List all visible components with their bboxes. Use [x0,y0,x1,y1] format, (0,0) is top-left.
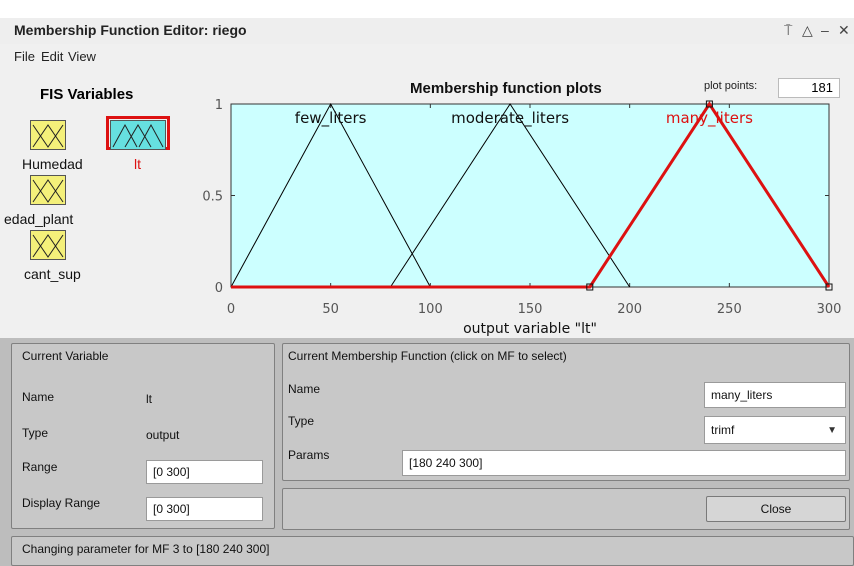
x-tick-label: 200 [617,302,642,317]
current-mf-title: Current Membership Function (click on MF… [288,349,567,363]
x-tick-label: 0 [227,302,235,317]
chevron-down-icon: ▼ [827,424,837,436]
y-tick-label: 0 [215,281,223,296]
y-tick-label: 0.5 [202,190,223,205]
variable-type-value: output [146,428,180,442]
range-input[interactable]: [0 300] [146,460,263,484]
current-variable-title: Current Variable [22,349,109,363]
x-tick-label: 250 [717,302,742,317]
mf-params-label: Params [288,448,330,462]
variable-name-label: Name [22,390,55,404]
x-tick-label: 100 [418,302,443,317]
x-tick-label: 50 [322,302,339,317]
display-range-input[interactable]: [0 300] [146,497,263,521]
x-axis-label: output variable "lt" [463,321,597,337]
x-tick-label: 300 [817,302,842,317]
variable-name-value: lt [146,392,152,406]
mf-type-label: Type [288,414,315,428]
mf-name-label: Name [288,382,321,396]
mf-label-few-liters[interactable]: few_liters [295,109,367,128]
range-label: Range [22,460,58,474]
mf-params-input[interactable]: [180 240 300] [402,450,846,476]
mf-label-moderate-liters[interactable]: moderate_liters [451,109,569,128]
mf-label-many-liters[interactable]: many_liters [666,109,753,128]
y-tick-label: 1 [215,98,223,113]
x-tick-label: 150 [518,302,543,317]
membership-function-plot[interactable]: 0 50 100 150 200 250 300 0 0.5 1 output variable "… [0,0,854,338]
variable-type-label: Type [22,426,49,440]
mf-type-select[interactable]: trimf ▼ [704,416,846,444]
mf-type-value: trimf [711,423,735,437]
status-message: Changing parameter for MF 3 to [180 240 … [22,542,270,556]
close-button[interactable]: Close [706,496,846,522]
display-range-label: Display Range [22,496,101,510]
mf-name-input[interactable]: many_liters [704,382,846,408]
plot-area[interactable] [230,103,830,288]
